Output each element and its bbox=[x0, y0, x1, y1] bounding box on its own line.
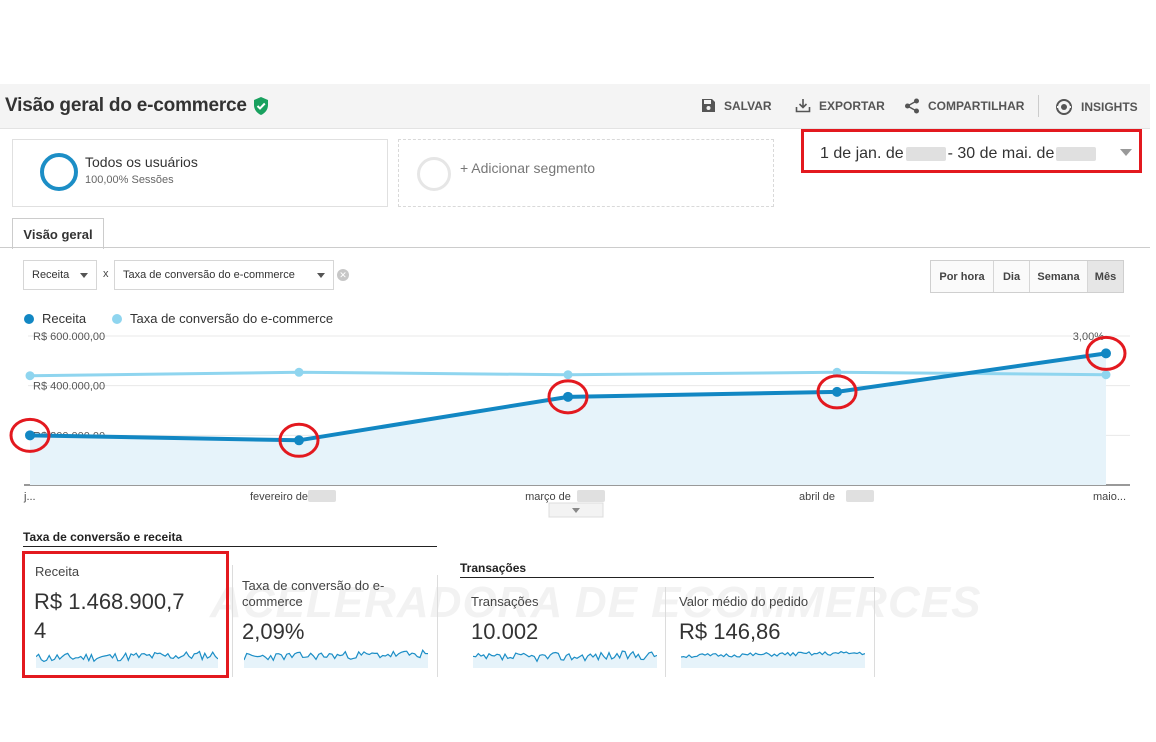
toolbar-divider bbox=[1038, 95, 1039, 117]
empty-segment-icon bbox=[417, 157, 451, 191]
secondary-metric-select[interactable]: Taxa de conversão do e-commerce bbox=[114, 260, 334, 290]
revenue-data-point bbox=[563, 391, 573, 402]
scorecard-conversion-label-wrap: commerce bbox=[242, 594, 303, 609]
revenue-data-point bbox=[1101, 348, 1111, 359]
x-tick-label: fevereiro de bbox=[250, 491, 308, 503]
conversion-data-point bbox=[294, 367, 304, 377]
redacted-year bbox=[846, 490, 874, 502]
scorecard-transactions-label: Transações bbox=[471, 594, 539, 609]
tab-divider bbox=[0, 247, 1150, 248]
legend-revenue: Receita bbox=[24, 311, 86, 326]
period-day-button[interactable]: Dia bbox=[994, 261, 1030, 292]
legend-conversion-dot bbox=[112, 313, 122, 324]
primary-metric-select[interactable]: Receita bbox=[23, 260, 97, 290]
x-tick-label: j... bbox=[23, 491, 36, 503]
section-title-conversion-revenue: Taxa de conversão e receita bbox=[23, 530, 183, 544]
sparkline-conversion bbox=[244, 648, 428, 668]
sparkline-transactions bbox=[473, 650, 657, 668]
sparkline-aov bbox=[681, 650, 865, 668]
legend-revenue-dot bbox=[24, 313, 34, 324]
revenue-data-point bbox=[294, 435, 304, 446]
period-week-button[interactable]: Semana bbox=[1030, 261, 1088, 292]
x-tick-label: abril de bbox=[799, 491, 835, 503]
chevron-down-icon bbox=[317, 272, 325, 278]
scorecard-divider bbox=[665, 587, 666, 677]
scorecard-conversion-label: Taxa de conversão do e- bbox=[242, 578, 385, 593]
section-underline bbox=[23, 546, 437, 547]
redacted-year bbox=[308, 490, 336, 502]
y-left-tick-label: R$ 400.000,00 bbox=[33, 381, 105, 393]
highlight-box-date bbox=[801, 129, 1142, 173]
legend-conversion: Taxa de conversão do e-commerce bbox=[112, 311, 333, 326]
sparkline-area bbox=[473, 651, 657, 668]
segment-name: Todos os usuários bbox=[85, 154, 198, 170]
period-hour-button[interactable]: Por hora bbox=[931, 261, 994, 292]
share-button[interactable]: COMPARTILHAR bbox=[904, 98, 1024, 114]
segment-sessions: 100,00% Sessões bbox=[85, 174, 174, 186]
y-left-tick-label: R$ 600.000,00 bbox=[33, 331, 105, 343]
tab-overview[interactable]: Visão geral bbox=[12, 218, 104, 249]
redacted-year bbox=[577, 490, 605, 502]
export-button[interactable]: EXPORTAR bbox=[795, 98, 885, 113]
export-label: EXPORTAR bbox=[819, 98, 885, 113]
scorecard-aov-value: R$ 146,86 bbox=[679, 619, 781, 644]
x-tick-label: março de bbox=[525, 491, 571, 503]
scorecard-divider bbox=[437, 575, 438, 677]
legend-conversion-label: Taxa de conversão do e-commerce bbox=[130, 311, 334, 326]
verified-shield-icon bbox=[254, 97, 268, 115]
highlight-box-revenue bbox=[22, 551, 229, 678]
revenue-conversion-chart: R$ 600.000,00R$ 400.000,00R$ 200.000,003… bbox=[9, 331, 1130, 518]
segment-ring-icon bbox=[40, 153, 78, 191]
scorecard-transactions-value: 10.002 bbox=[471, 619, 539, 644]
period-selector: Por hora Dia Semana Mês bbox=[930, 260, 1124, 293]
insights-icon bbox=[1056, 99, 1072, 115]
secondary-metric-value: Taxa de conversão do e-commerce bbox=[123, 269, 295, 281]
share-label: COMPARTILHAR bbox=[928, 99, 1025, 113]
period-month-button[interactable]: Mês bbox=[1088, 261, 1123, 292]
clear-metric-icon[interactable]: ✕ bbox=[337, 269, 349, 281]
section-title-transactions: Transações bbox=[460, 561, 527, 575]
share-icon bbox=[905, 98, 919, 114]
metric-compare-separator: x bbox=[103, 268, 109, 280]
revenue-data-point bbox=[25, 430, 35, 441]
save-label: SALVAR bbox=[724, 98, 772, 113]
section-underline bbox=[460, 577, 874, 578]
conversion-data-point bbox=[1101, 370, 1111, 380]
insights-label: INSIGHTS bbox=[1081, 100, 1138, 114]
insights-button[interactable]: INSIGHTS bbox=[1055, 98, 1138, 116]
scorecard-divider bbox=[232, 565, 233, 677]
conversion-data-point bbox=[563, 370, 573, 380]
chevron-down-icon bbox=[80, 272, 88, 278]
scorecard-divider bbox=[874, 587, 875, 677]
scorecard-aov-label: Valor médio do pedido bbox=[679, 594, 809, 609]
scorecard-conversion-value: 2,09% bbox=[242, 619, 305, 644]
revenue-data-point bbox=[832, 386, 842, 397]
x-tick-label: maio... bbox=[1093, 491, 1126, 503]
page-title: Visão geral do e-commerce bbox=[5, 95, 247, 116]
save-button[interactable]: SALVAR bbox=[701, 98, 772, 113]
conversion-data-point bbox=[25, 371, 35, 381]
primary-metric-value: Receita bbox=[32, 269, 70, 281]
add-segment-label: + Adicionar segmento bbox=[460, 160, 596, 176]
save-icon bbox=[702, 99, 715, 112]
export-icon bbox=[795, 99, 811, 113]
legend-revenue-label: Receita bbox=[42, 311, 87, 326]
